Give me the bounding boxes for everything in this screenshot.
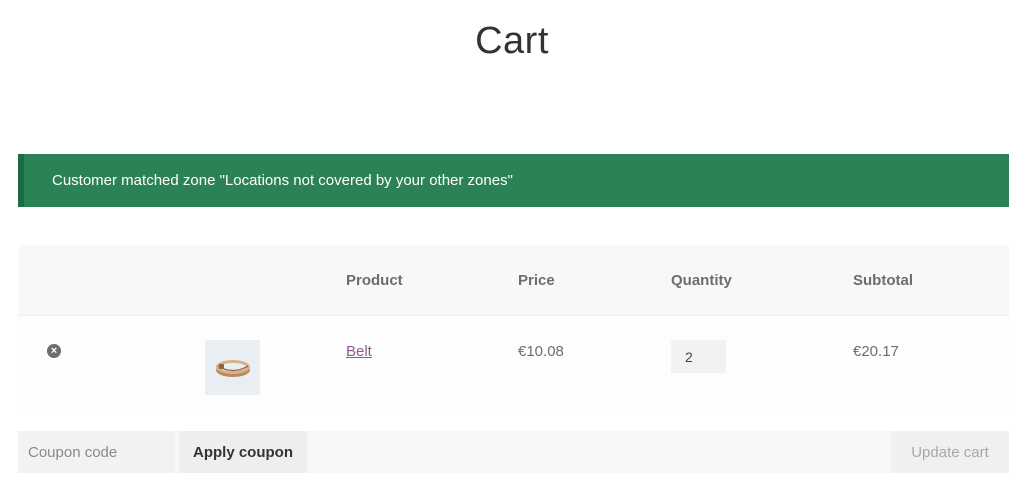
- quantity-input[interactable]: [671, 340, 726, 373]
- apply-coupon-button[interactable]: Apply coupon: [179, 431, 307, 473]
- header-subtotal: Subtotal: [853, 272, 913, 289]
- product-thumbnail[interactable]: [205, 340, 260, 395]
- remove-item-icon[interactable]: ×: [47, 344, 61, 358]
- coupon-code-input[interactable]: [18, 431, 175, 473]
- zone-notice: Customer matched zone "Locations not cov…: [18, 154, 1009, 207]
- zone-notice-message: Customer matched zone "Locations not cov…: [52, 172, 513, 189]
- cart-item-row: × Belt €10.08 €20.17: [18, 315, 1009, 415]
- cart-table: Product Price Quantity Subtotal × Belt €…: [18, 245, 1009, 415]
- header-quantity: Quantity: [671, 272, 732, 289]
- header-product: Product: [346, 272, 403, 289]
- item-subtotal: €20.17: [853, 343, 899, 360]
- cart-actions: Apply coupon Update cart: [18, 431, 1009, 473]
- product-link-belt[interactable]: Belt: [346, 343, 372, 360]
- header-price: Price: [518, 272, 555, 289]
- update-cart-button[interactable]: Update cart: [891, 431, 1009, 473]
- item-price: €10.08: [518, 343, 564, 360]
- page-title: Cart: [475, 20, 549, 62]
- cart-table-header: Product Price Quantity Subtotal: [18, 245, 1009, 315]
- belt-icon: [215, 359, 250, 377]
